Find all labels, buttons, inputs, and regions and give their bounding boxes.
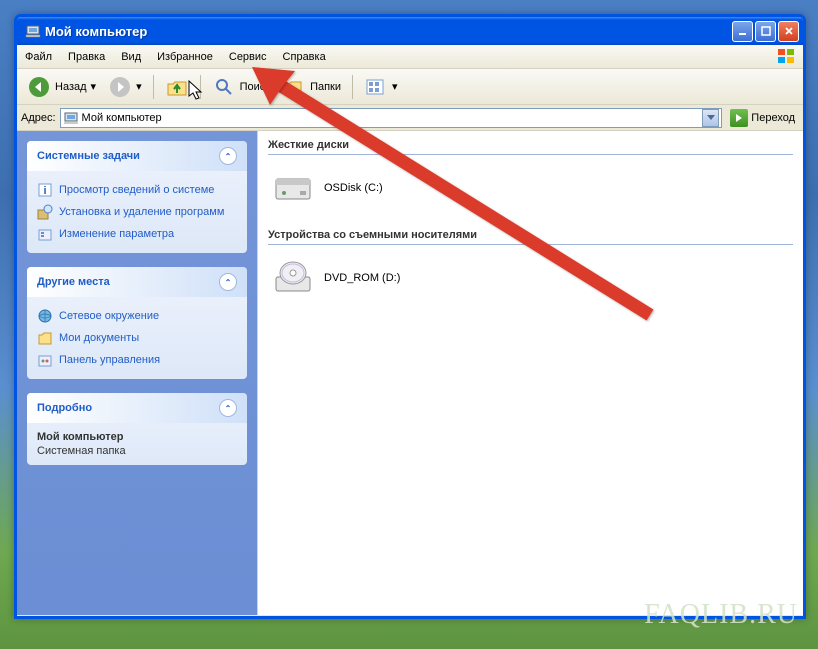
separator	[352, 75, 353, 99]
hdd-icon	[272, 169, 314, 207]
sidebar: Системные задачи ⌃ i Просмотр сведений о…	[17, 131, 257, 615]
content-pane: Жесткие диски OSDisk (C:) Устройства со …	[257, 131, 803, 615]
forward-button[interactable]: ▾	[104, 73, 146, 101]
address-field[interactable]: Мой компьютер	[60, 108, 723, 128]
menu-favorites[interactable]: Избранное	[149, 47, 221, 67]
back-icon	[27, 75, 51, 99]
dropdown-icon: ▾	[136, 80, 142, 93]
up-button[interactable]	[161, 73, 193, 101]
folders-button[interactable]: Папки	[278, 73, 345, 101]
up-folder-icon	[165, 75, 189, 99]
chevron-up-icon: ⌃	[219, 147, 237, 165]
address-value: Мой компьютер	[82, 112, 162, 124]
panel-title: Системные задачи	[37, 150, 140, 162]
drive-item-d[interactable]: DVD_ROM (D:)	[268, 253, 793, 303]
titlebar[interactable]: Мой компьютер	[17, 17, 803, 45]
back-button[interactable]: Назад ▾	[23, 73, 100, 101]
views-button[interactable]: ▾	[360, 73, 402, 101]
menubar: Файл Правка Вид Избранное Сервис Справка	[17, 45, 803, 69]
search-label: Поиск	[240, 81, 270, 93]
go-icon	[730, 109, 748, 127]
panel-header[interactable]: Подробно ⌃	[27, 393, 247, 423]
menu-file[interactable]: Файл	[17, 47, 60, 67]
separator	[153, 75, 154, 99]
go-label: Переход	[751, 112, 795, 124]
computer-icon	[63, 110, 79, 126]
documents-icon	[37, 330, 53, 346]
folders-label: Папки	[310, 81, 341, 93]
dropdown-icon: ▾	[392, 80, 398, 93]
chevron-up-icon: ⌃	[219, 399, 237, 417]
details-type: Системная папка	[37, 445, 237, 457]
search-icon	[212, 75, 236, 99]
link-label: Сетевое окружение	[59, 310, 159, 322]
go-button[interactable]: Переход	[726, 107, 799, 129]
item-label: OSDisk (C:)	[324, 182, 383, 194]
panel-header[interactable]: Системные задачи ⌃	[27, 141, 247, 171]
menu-help[interactable]: Справка	[275, 47, 334, 67]
windows-flag-icon	[777, 48, 797, 66]
link-control-panel[interactable]: Панель управления	[37, 349, 237, 371]
link-label: Установка и удаление программ	[59, 206, 224, 218]
dvd-icon	[272, 259, 314, 297]
body-area: Системные задачи ⌃ i Просмотр сведений о…	[17, 131, 803, 615]
back-label: Назад	[55, 81, 87, 93]
minimize-button[interactable]	[732, 21, 753, 42]
menu-view[interactable]: Вид	[113, 47, 149, 67]
dropdown-icon: ▾	[91, 80, 97, 93]
link-system-info[interactable]: i Просмотр сведений о системе	[37, 179, 237, 201]
search-button[interactable]: Поиск	[208, 73, 274, 101]
link-label: Мои документы	[59, 332, 139, 344]
drive-item-c[interactable]: OSDisk (C:)	[268, 163, 793, 213]
section-removable: Устройства со съемными носителями	[268, 225, 793, 245]
panel-other-places: Другие места ⌃ Сетевое окружение Мои док…	[27, 267, 247, 379]
link-documents[interactable]: Мои документы	[37, 327, 237, 349]
link-label: Просмотр сведений о системе	[59, 184, 214, 196]
link-network[interactable]: Сетевое окружение	[37, 305, 237, 327]
settings-icon	[37, 226, 53, 242]
forward-icon	[108, 75, 132, 99]
watermark: FAQLIB.RU	[644, 599, 798, 631]
menu-edit[interactable]: Правка	[60, 47, 113, 67]
toolbar: Назад ▾ ▾ Поиск Папки ▾	[17, 69, 803, 105]
panel-system-tasks: Системные задачи ⌃ i Просмотр сведений о…	[27, 141, 247, 253]
explorer-window: Мой компьютер Файл Правка Вид Избранное …	[14, 14, 806, 619]
controlpanel-icon	[37, 352, 53, 368]
svg-text:i: i	[43, 185, 46, 197]
link-change-setting[interactable]: Изменение параметра	[37, 223, 237, 245]
details-name: Мой компьютер	[37, 431, 237, 443]
network-icon	[37, 308, 53, 324]
separator	[200, 75, 201, 99]
chevron-up-icon: ⌃	[219, 273, 237, 291]
address-dropdown[interactable]	[702, 109, 719, 127]
info-icon: i	[37, 182, 53, 198]
menu-service[interactable]: Сервис	[221, 47, 275, 67]
link-add-remove[interactable]: Установка и удаление программ	[37, 201, 237, 223]
panel-details: Подробно ⌃ Мой компьютер Системная папка	[27, 393, 247, 465]
panel-header[interactable]: Другие места ⌃	[27, 267, 247, 297]
addressbar: Адрес: Мой компьютер Переход	[17, 105, 803, 131]
panel-title: Подробно	[37, 402, 92, 414]
close-button[interactable]	[778, 21, 799, 42]
window-title: Мой компьютер	[45, 24, 732, 39]
panel-title: Другие места	[37, 276, 110, 288]
addremove-icon	[37, 204, 53, 220]
views-icon	[364, 75, 388, 99]
link-label: Изменение параметра	[59, 228, 174, 240]
address-label: Адрес:	[21, 112, 56, 124]
computer-icon	[25, 23, 41, 39]
section-hard-drives: Жесткие диски	[268, 135, 793, 155]
maximize-button[interactable]	[755, 21, 776, 42]
item-label: DVD_ROM (D:)	[324, 272, 400, 284]
folders-icon	[282, 75, 306, 99]
link-label: Панель управления	[59, 354, 160, 366]
